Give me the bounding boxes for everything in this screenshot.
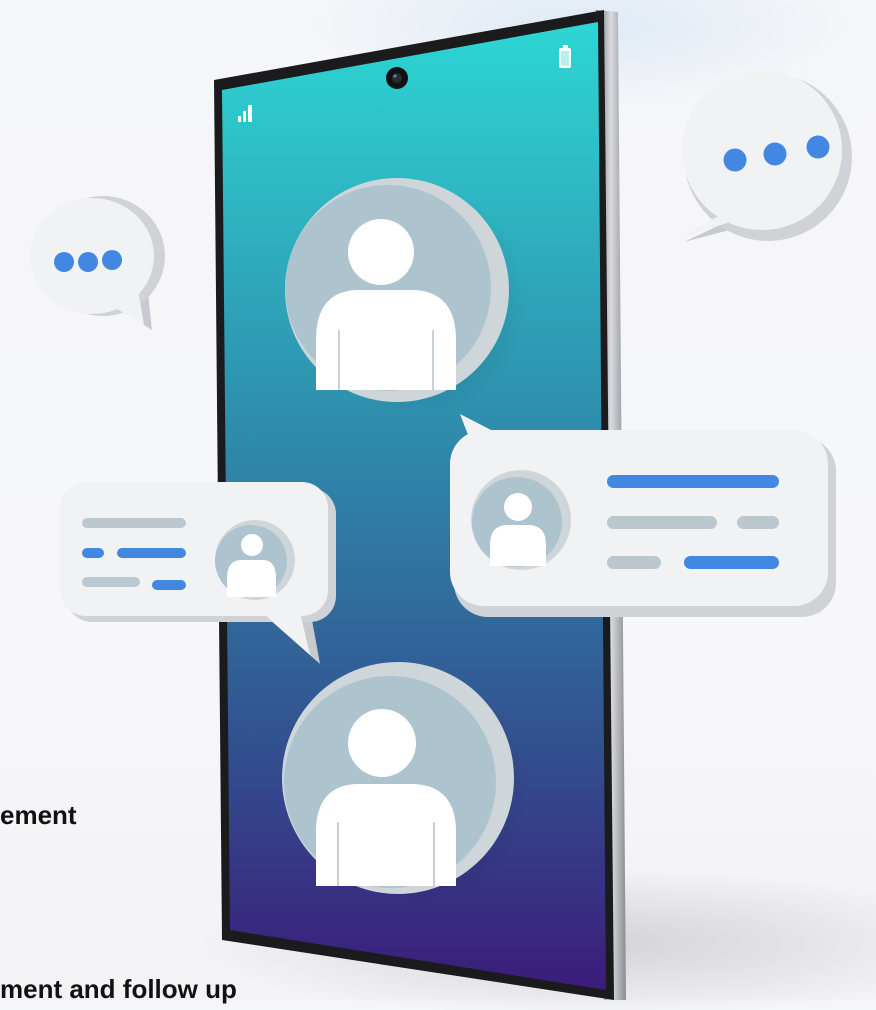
message-bubble-left bbox=[60, 482, 336, 664]
avatar-small-left bbox=[215, 520, 295, 600]
message-bubble-right bbox=[450, 414, 836, 617]
message-line bbox=[607, 516, 717, 529]
typing-dots-icon bbox=[54, 250, 122, 272]
message-line bbox=[82, 577, 140, 587]
message-line bbox=[117, 548, 186, 558]
caption-line-2: ment and follow up bbox=[0, 974, 237, 1004]
message-line bbox=[607, 475, 779, 488]
avatar-small-right bbox=[471, 470, 571, 570]
message-line bbox=[82, 548, 104, 558]
message-line bbox=[152, 580, 186, 590]
message-line bbox=[737, 516, 779, 529]
front-camera-icon bbox=[386, 67, 408, 89]
battery-icon bbox=[559, 45, 571, 68]
message-line bbox=[607, 556, 661, 569]
caption-line-1: ement bbox=[0, 800, 77, 830]
chat-illustration bbox=[30, 10, 852, 1000]
typing-bubble-right bbox=[680, 70, 852, 242]
message-line bbox=[82, 518, 186, 528]
typing-bubble-left bbox=[30, 196, 165, 330]
message-line bbox=[684, 556, 779, 569]
